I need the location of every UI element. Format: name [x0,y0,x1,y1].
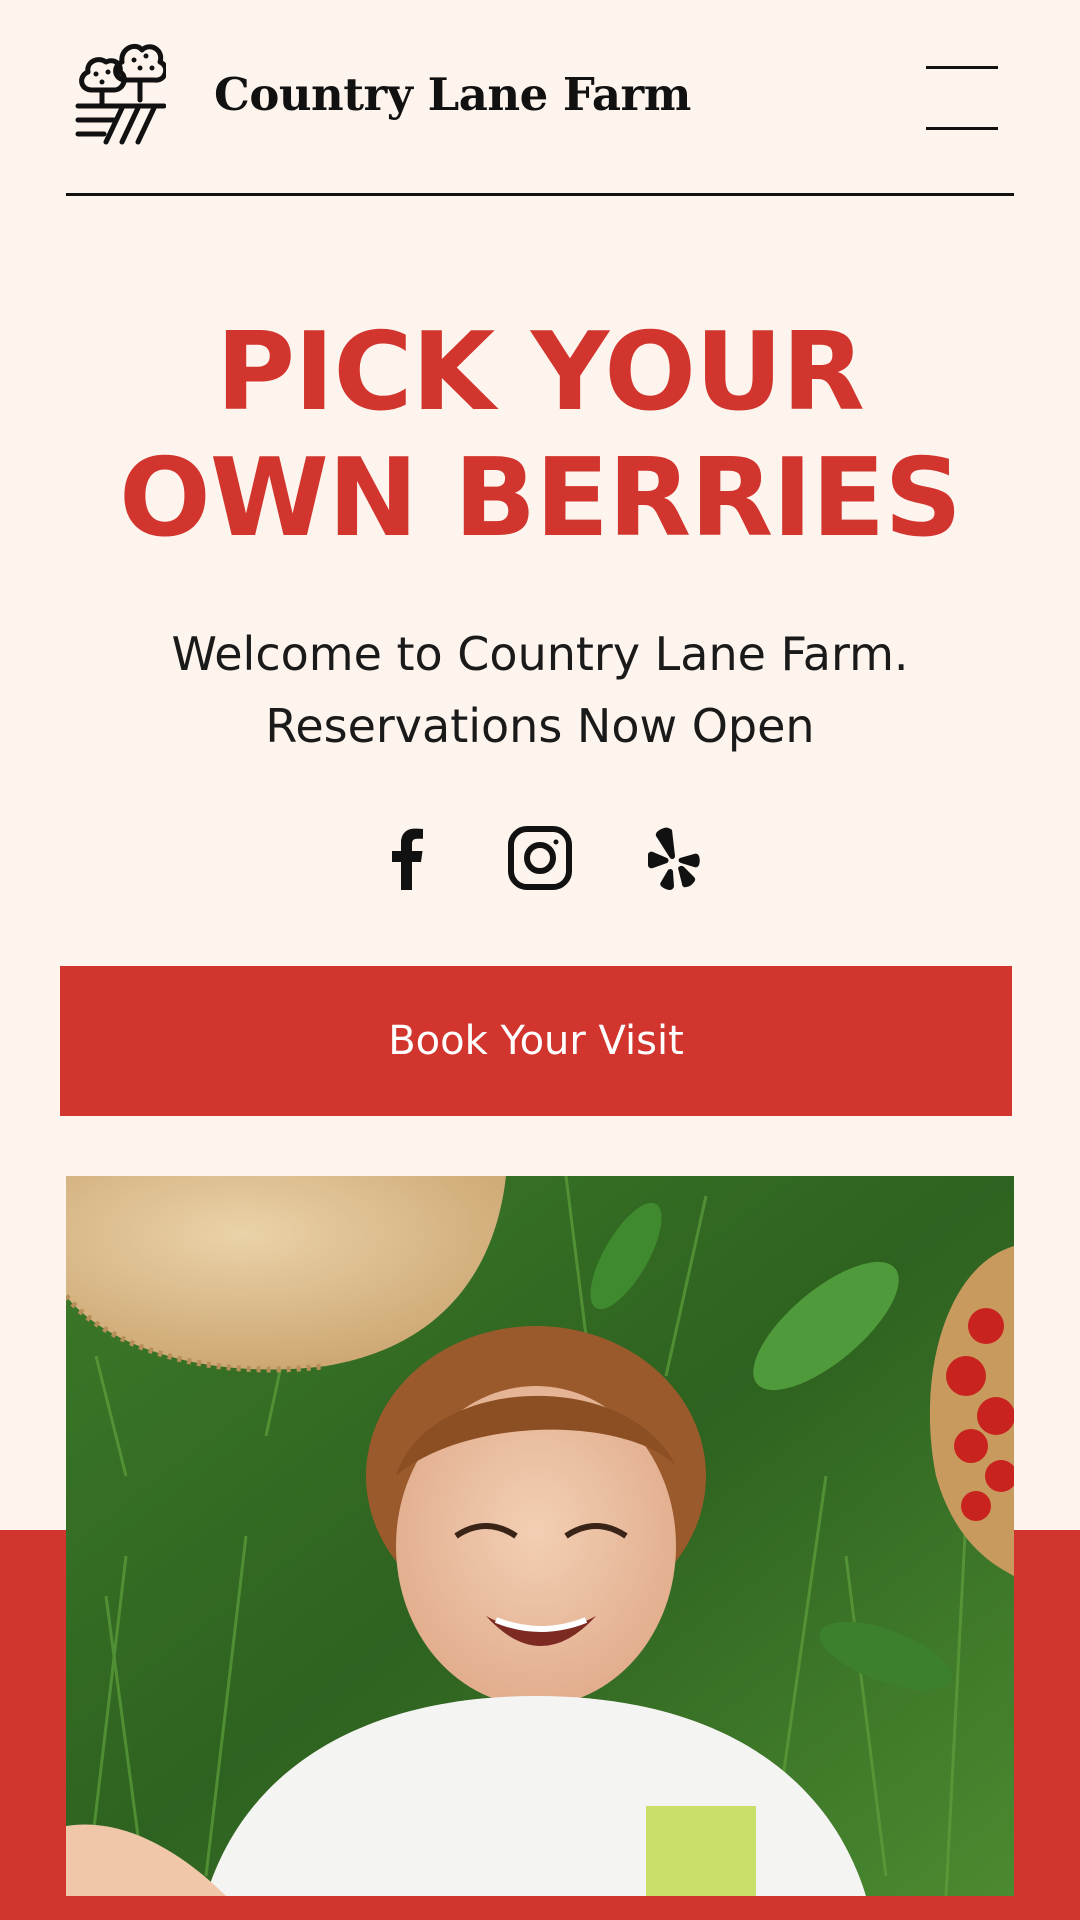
site-header: Country Lane Farm [66,0,1014,196]
subtitle-line-2: Reservations Now Open [265,699,815,753]
instagram-icon[interactable] [506,824,574,892]
menu-line-top [926,66,998,69]
headline-line-2: OWN BERRIES [118,436,962,561]
page: Country Lane Farm PICK YOUR OWN BERRIES … [0,0,1080,1920]
hero-photo-child-in-grass [66,1176,1014,1896]
book-visit-button[interactable]: Book Your Visit [60,966,1012,1116]
subtitle-line-1: Welcome to Country Lane Farm. [171,627,909,681]
social-links [0,824,1080,892]
yelp-icon[interactable] [638,824,706,892]
menu-line-bottom [926,127,998,130]
hero-subtitle: Welcome to Country Lane Farm. Reservatio… [0,618,1080,762]
facebook-icon[interactable] [374,824,442,892]
hamburger-menu-icon[interactable] [926,64,1000,130]
brand-name[interactable]: Country Lane Farm [214,68,691,121]
hero-headline: PICK YOUR OWN BERRIES [0,310,1080,562]
headline-line-1: PICK YOUR [216,310,865,435]
farm-logo-icon[interactable] [74,34,169,146]
